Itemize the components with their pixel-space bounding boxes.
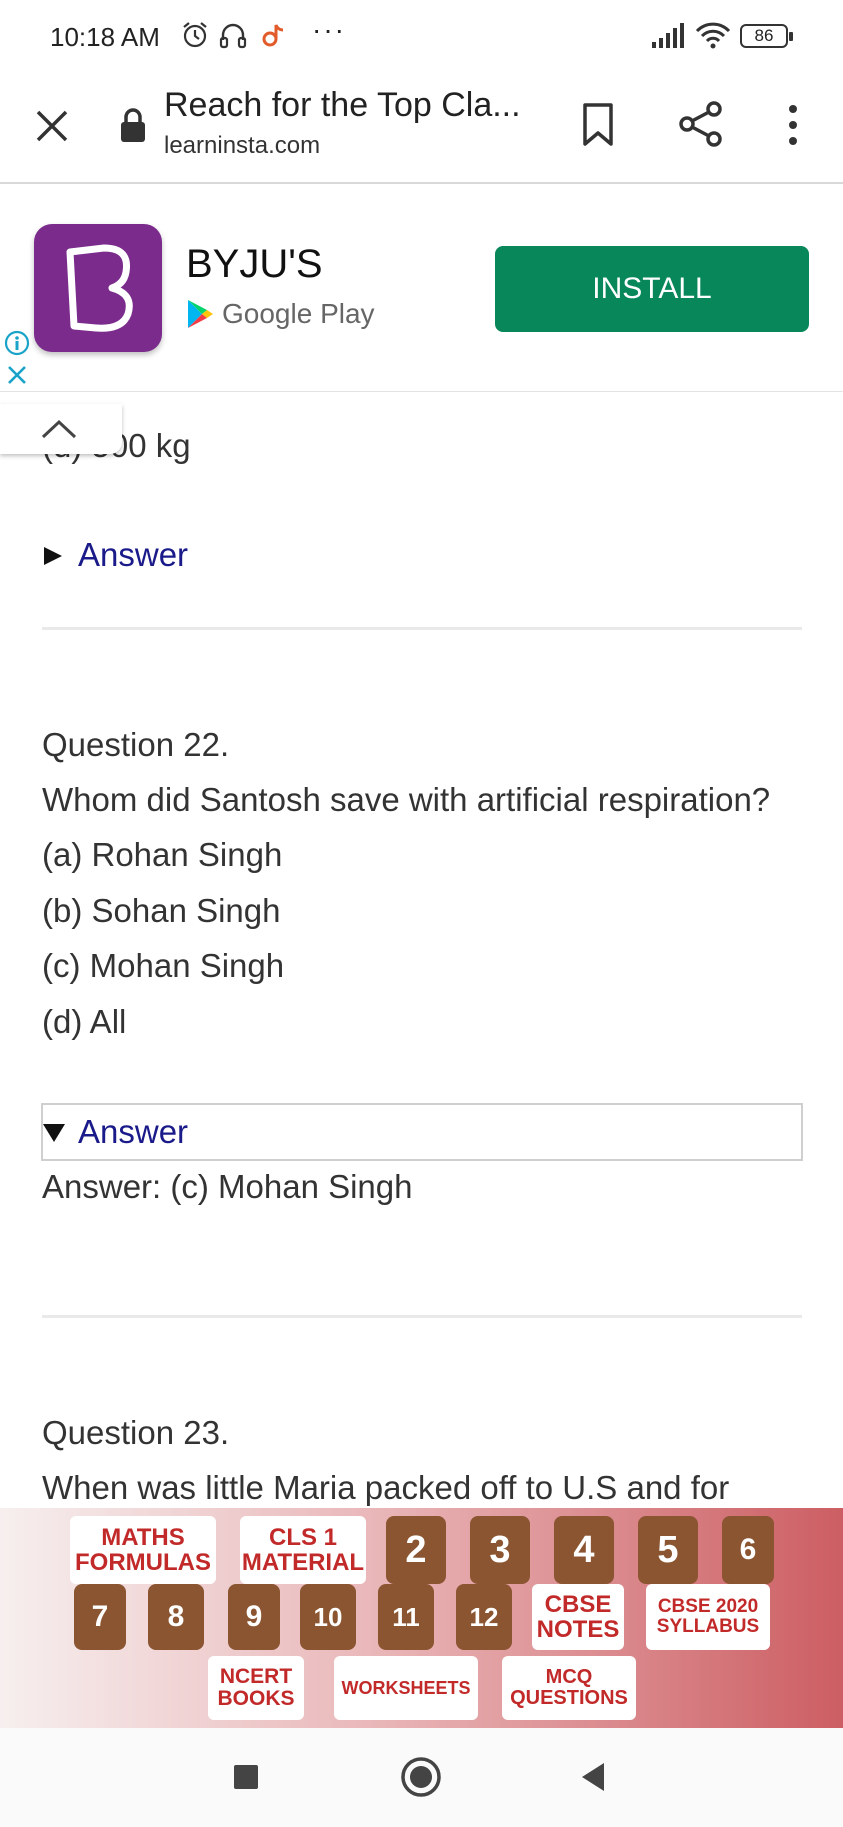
triangle-right-icon[interactable] [42, 545, 64, 567]
back-icon[interactable] [580, 1762, 606, 1792]
more-options-icon[interactable] [786, 102, 800, 148]
question-23-text: When was little Maria packed off to U.S … [42, 1469, 730, 1506]
cbse-notes-line2: NOTES [536, 1616, 620, 1643]
grade-2-link[interactable]: 2 [386, 1516, 446, 1584]
browser-toolbar: Reach for the Top Cla... learninsta.com [0, 72, 843, 184]
install-button[interactable]: INSTALL [495, 246, 809, 332]
lock-icon [121, 108, 145, 142]
notification-more-icon: ··· [312, 14, 346, 45]
cbse-notes-link[interactable]: CBSE NOTES [532, 1584, 624, 1650]
question-22-option-d: (d) All [42, 1003, 127, 1040]
page-title[interactable]: Reach for the Top Cla... [164, 86, 521, 125]
ad-banner[interactable]: BYJU'S Google Play INSTALL [0, 186, 843, 392]
cbse-syllabus-line1: CBSE 2020 [657, 1596, 759, 1618]
collapse-ad-button[interactable] [0, 404, 122, 454]
headphones-icon [219, 23, 247, 49]
cbse-notes-line1: CBSE [544, 1590, 612, 1618]
grade-11-link[interactable]: 11 [378, 1584, 434, 1650]
grade-10-link[interactable]: 10 [300, 1584, 356, 1650]
recent-apps-icon[interactable] [233, 1764, 259, 1790]
alarm-icon [183, 22, 207, 48]
triangle-down-icon[interactable] [42, 1123, 66, 1143]
question-23-heading: Question 23. [42, 1414, 230, 1451]
grade-4-link[interactable]: 4 [554, 1516, 614, 1584]
ad-close-icon[interactable] [6, 364, 28, 386]
cbse-syllabus-line2: SYLLABUS [656, 1616, 760, 1637]
question-22-option-c: (c) Mohan Singh [42, 947, 285, 984]
ad-info-icon[interactable] [4, 330, 30, 356]
cls1-material-line2: MATERIAL [241, 1549, 365, 1576]
answer-toggle-q21[interactable]: Answer [78, 536, 188, 574]
battery-indicator: 86 [740, 24, 793, 48]
close-icon[interactable] [34, 108, 70, 144]
home-icon[interactable] [400, 1756, 442, 1798]
share-icon[interactable] [678, 100, 724, 148]
grade-3-link[interactable]: 3 [470, 1516, 530, 1584]
status-bar: 10:18 AM ··· 86 [0, 0, 843, 72]
ncert-books-line2: BOOKS [217, 1687, 295, 1710]
cls1-material-link[interactable]: CLS 1 MATERIAL [240, 1516, 366, 1584]
grade-8-link[interactable]: 8 [148, 1584, 204, 1650]
question-22-text: Whom did Santosh save with artificial re… [42, 781, 771, 818]
ad-app-name[interactable]: BYJU'S [186, 242, 323, 287]
mcq-questions-line2: QUESTIONS [510, 1687, 628, 1709]
divider [42, 627, 802, 630]
tiktok-icon [262, 24, 284, 47]
system-navigation-bar [0, 1728, 843, 1827]
grade-6-link[interactable]: 6 [722, 1516, 774, 1584]
page-url[interactable]: learninsta.com [164, 132, 320, 160]
grade-9-link[interactable]: 9 [228, 1584, 280, 1650]
mcq-questions-link[interactable]: MCQ QUESTIONS [502, 1656, 636, 1720]
byjus-logo-icon [66, 244, 133, 332]
signal-icon [652, 23, 684, 48]
divider [42, 1315, 802, 1318]
chevron-up-icon [41, 419, 77, 439]
grade-7-link[interactable]: 7 [74, 1584, 126, 1650]
question-22-heading: Question 22. [42, 726, 230, 763]
maths-formulas-link[interactable]: MATHS FORMULAS [70, 1516, 216, 1584]
ad-store-name: Google Play [222, 298, 375, 329]
bookmark-icon[interactable] [580, 102, 616, 148]
wifi-icon [695, 22, 731, 49]
status-time: 10:18 AM [50, 22, 160, 52]
grade-12-link[interactable]: 12 [456, 1584, 512, 1650]
google-play-icon [188, 300, 213, 328]
byjus-app-icon[interactable] [34, 224, 162, 352]
maths-formulas-line1: MATHS [101, 1523, 185, 1551]
question-22-option-b: (b) Sohan Singh [42, 892, 281, 929]
cbse-syllabus-link[interactable]: CBSE 2020 SYLLABUS [646, 1584, 770, 1650]
worksheets-link[interactable]: WORKSHEETS [334, 1656, 478, 1720]
question-22-option-a: (a) Rohan Singh [42, 836, 283, 873]
grade-5-link[interactable]: 5 [638, 1516, 698, 1584]
ncert-books-line1: NCERT [219, 1664, 293, 1688]
cls1-material-line1: CLS 1 [268, 1523, 337, 1551]
maths-formulas-line2: FORMULAS [75, 1549, 211, 1576]
mcq-questions-line1: MCQ [545, 1666, 593, 1688]
question-22-answer: Answer: (c) Mohan Singh [42, 1168, 413, 1205]
answer-toggle-q22[interactable]: Answer [78, 1113, 188, 1151]
grade-navigation-bar: MATHS FORMULAS CLS 1 MATERIAL 2 3 4 5 6 … [0, 1508, 843, 1728]
ncert-books-link[interactable]: NCERT BOOKS [208, 1656, 304, 1720]
